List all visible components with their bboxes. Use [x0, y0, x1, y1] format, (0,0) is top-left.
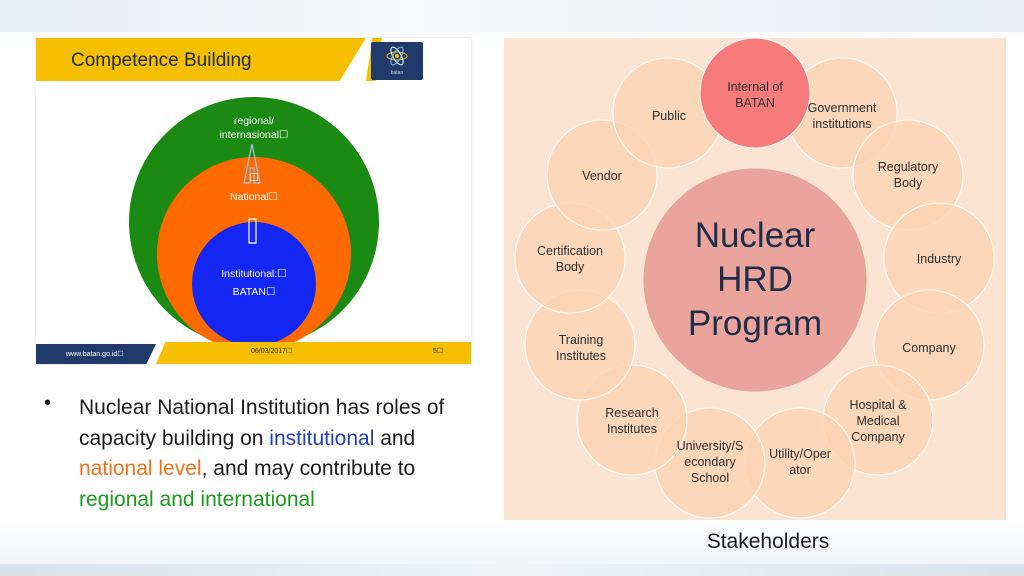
label-line: Body	[555, 260, 585, 274]
center-line-2: HRD	[717, 260, 793, 299]
stakeholder-regulatory: Regulatory Body	[858, 159, 958, 191]
center-line-3: Program	[687, 304, 823, 343]
label-line: Certification	[537, 244, 603, 258]
label-line: Institutes	[555, 349, 607, 363]
stakeholder-certification: Certification Body	[520, 243, 620, 275]
stakeholder-hospital: Hospital & Medical Company	[828, 397, 928, 445]
center-label: Nuclear HRD Program	[644, 214, 866, 346]
stakeholder-internal-batan: Internal of BATAN	[705, 79, 805, 111]
label-line: Internal of	[727, 80, 783, 94]
stakeholder-industry: Industry	[889, 251, 989, 267]
stakeholder-university: University/S econdary School	[660, 438, 760, 486]
label-line: University/S	[676, 439, 744, 453]
label-line: institutions	[812, 117, 872, 131]
stakeholder-research: Research Institutes	[582, 405, 682, 437]
stakeholder-government: Government institutions	[792, 100, 892, 132]
label-line: Training	[558, 333, 604, 347]
label-line: Regulatory	[877, 160, 939, 174]
stakeholders-caption: Stakeholders	[706, 530, 830, 553]
stakeholder-public: Public	[619, 108, 719, 124]
center-line-1: Nuclear	[694, 216, 816, 255]
label-line: Institutes	[606, 422, 658, 436]
label-line: Company	[851, 430, 905, 444]
stakeholder-company: Company	[879, 340, 979, 356]
stakeholder-vendor: Vendor	[552, 168, 652, 184]
label-line: Government	[807, 101, 877, 115]
label-line: Medical	[856, 414, 900, 428]
label-line: ator	[789, 463, 811, 477]
stakeholder-utility: Utility/Oper ator	[750, 446, 850, 478]
label-line: Public	[651, 109, 687, 123]
label-line: Utility/Oper	[769, 447, 831, 461]
label-line: BATAN	[735, 96, 775, 110]
label-line: Research	[605, 406, 659, 420]
label-line: Industry	[916, 252, 962, 266]
label-line: econdary	[684, 455, 736, 469]
stakeholder-training: Training Institutes	[531, 332, 631, 364]
label-line: School	[690, 471, 730, 485]
label-line: Hospital &	[849, 398, 907, 412]
label-line: Vendor	[582, 169, 622, 183]
label-line: Company	[902, 341, 956, 355]
label-line: Body	[893, 176, 923, 190]
stakeholder-diagram	[514, 37, 995, 519]
